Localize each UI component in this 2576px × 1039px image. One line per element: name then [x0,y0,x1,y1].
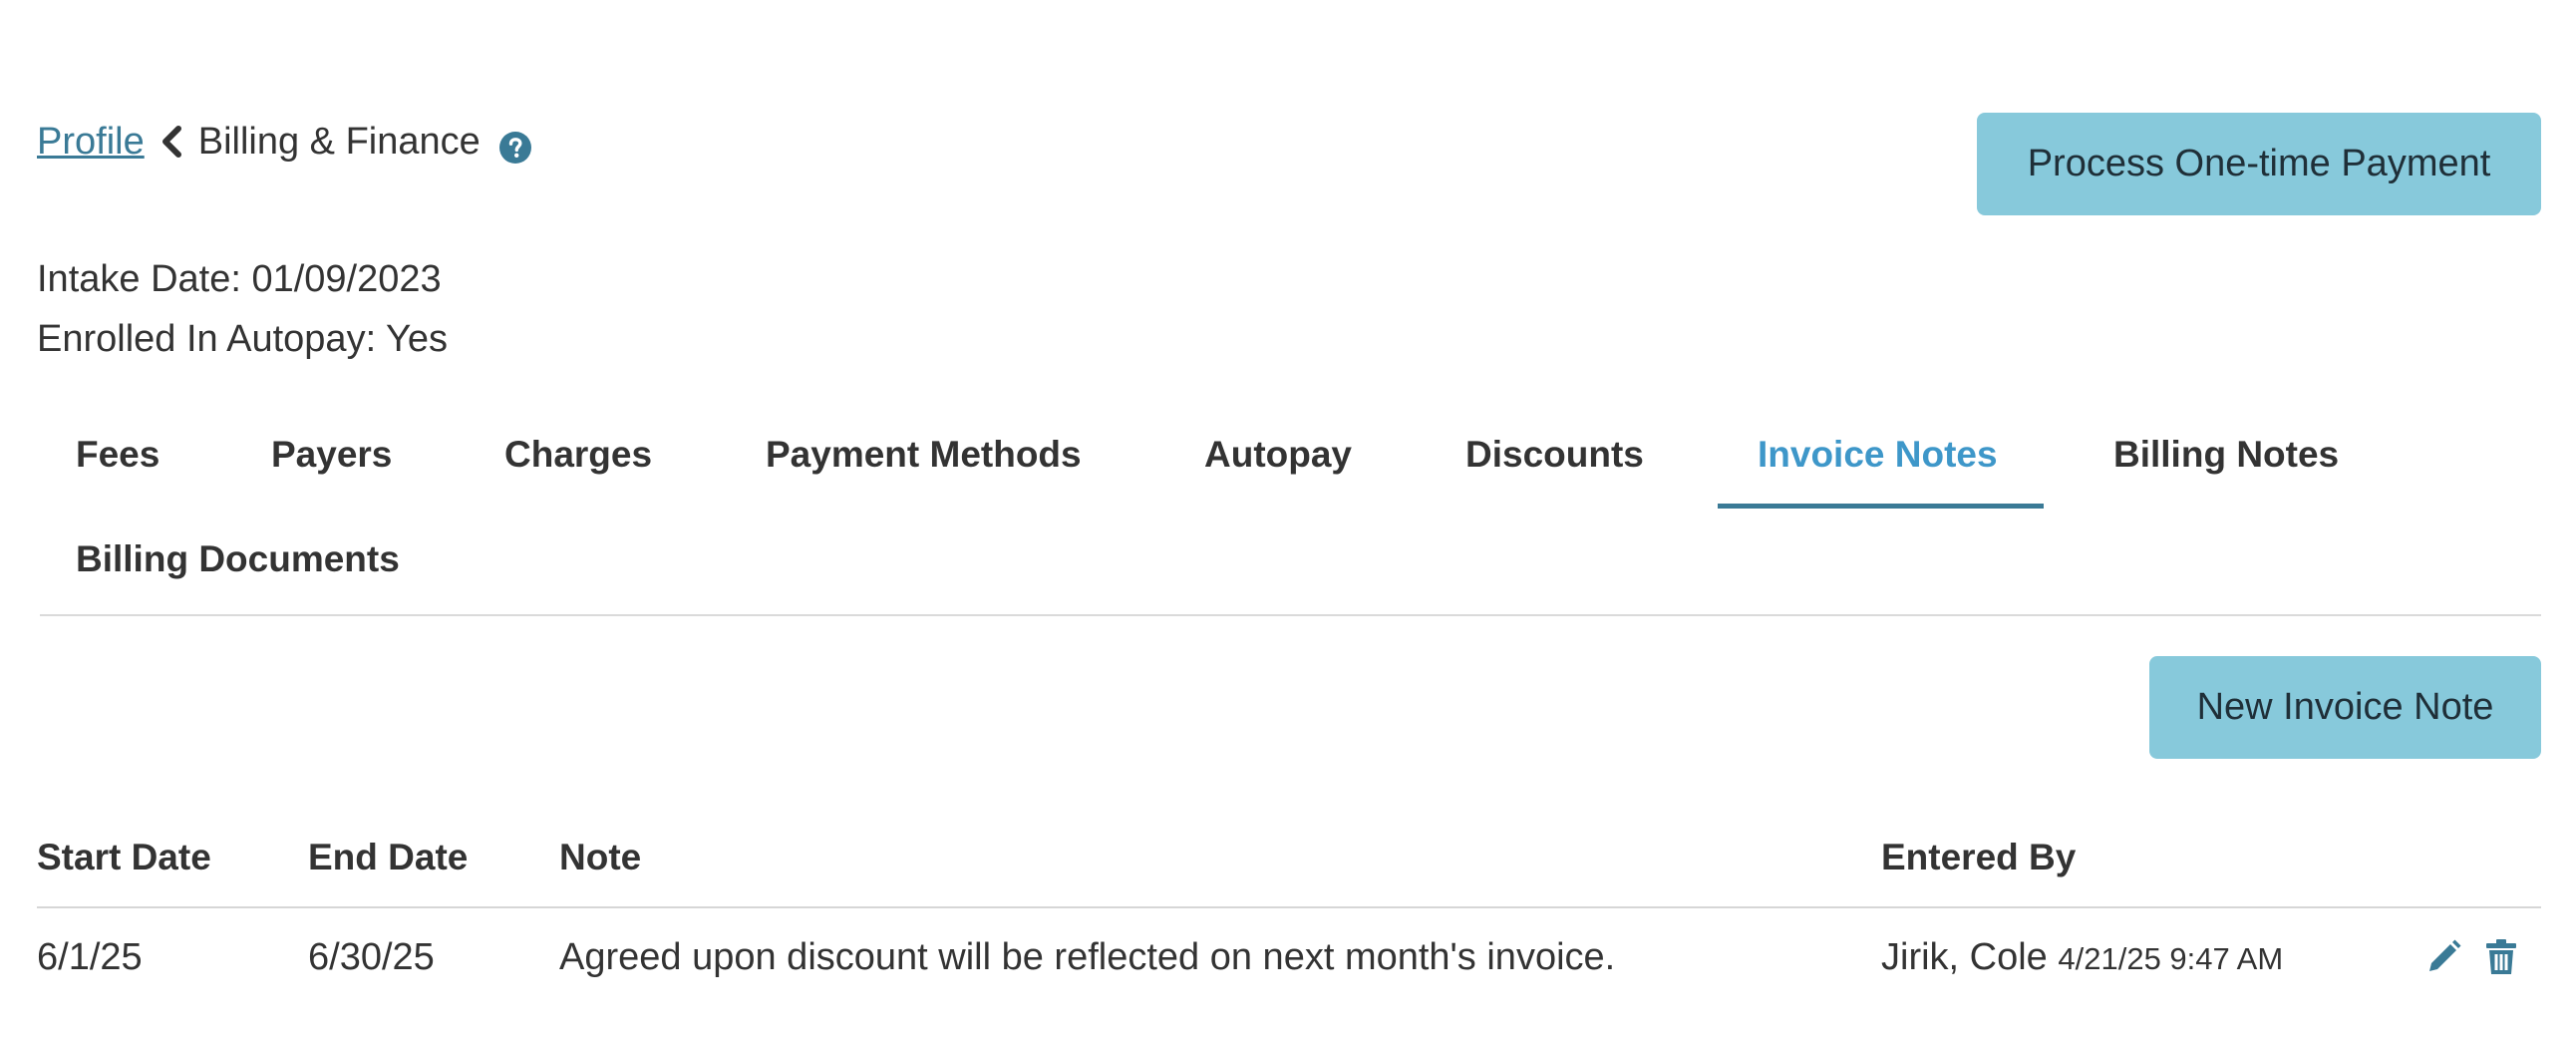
new-invoice-note-button[interactable]: New Invoice Note [2149,656,2541,759]
tab-autopay[interactable]: Autopay [1204,427,1352,483]
column-header-entered-by: Entered By [1881,837,2077,877]
tab-invoice-notes[interactable]: Invoice Notes [1758,427,1998,483]
breadcrumb-profile-link[interactable]: Profile [37,114,145,170]
chevron-left-icon [153,114,190,170]
column-header-end-date: End Date [308,837,469,877]
entered-at-timestamp: 4/21/25 9:47 AM [2058,941,2284,976]
column-header-start-date: Start Date [37,837,211,877]
intake-date: Intake Date: 01/09/2023 [37,258,442,300]
autopay-status: Enrolled In Autopay: Yes [37,318,448,360]
tab-billing-notes[interactable]: Billing Notes [2113,427,2339,483]
table-header-divider [37,906,2541,908]
tab-billing-documents[interactable]: Billing Documents [76,531,400,587]
pencil-icon[interactable] [2423,937,2463,977]
cell-entered-by: Jirik, Cole 4/21/25 9:47 AM [1881,929,2283,987]
entered-by-name: Jirik, Cole [1881,936,2048,978]
active-tab-indicator [1718,504,2044,509]
cell-note: Agreed upon discount will be reflected o… [559,936,1616,978]
tab-payment-methods[interactable]: Payment Methods [766,427,1082,483]
tab-fees[interactable]: Fees [76,427,160,483]
cell-start-date: 6/1/25 [37,936,143,978]
question-circle-icon[interactable] [498,125,532,164]
billing-page: Profile Billing & Finance Process One-ti… [0,0,2576,1039]
tab-charges[interactable]: Charges [504,427,652,483]
trash-icon[interactable] [2481,937,2521,977]
tab-discounts[interactable]: Discounts [1465,427,1644,483]
tab-payers[interactable]: Payers [271,427,392,483]
breadcrumb: Profile Billing & Finance [37,114,532,170]
column-header-note: Note [559,837,642,877]
cell-end-date: 6/30/25 [308,936,435,978]
tabs-divider [40,614,2541,616]
page-title: Billing & Finance [197,121,481,163]
process-one-time-payment-button[interactable]: Process One-time Payment [1977,113,2541,215]
